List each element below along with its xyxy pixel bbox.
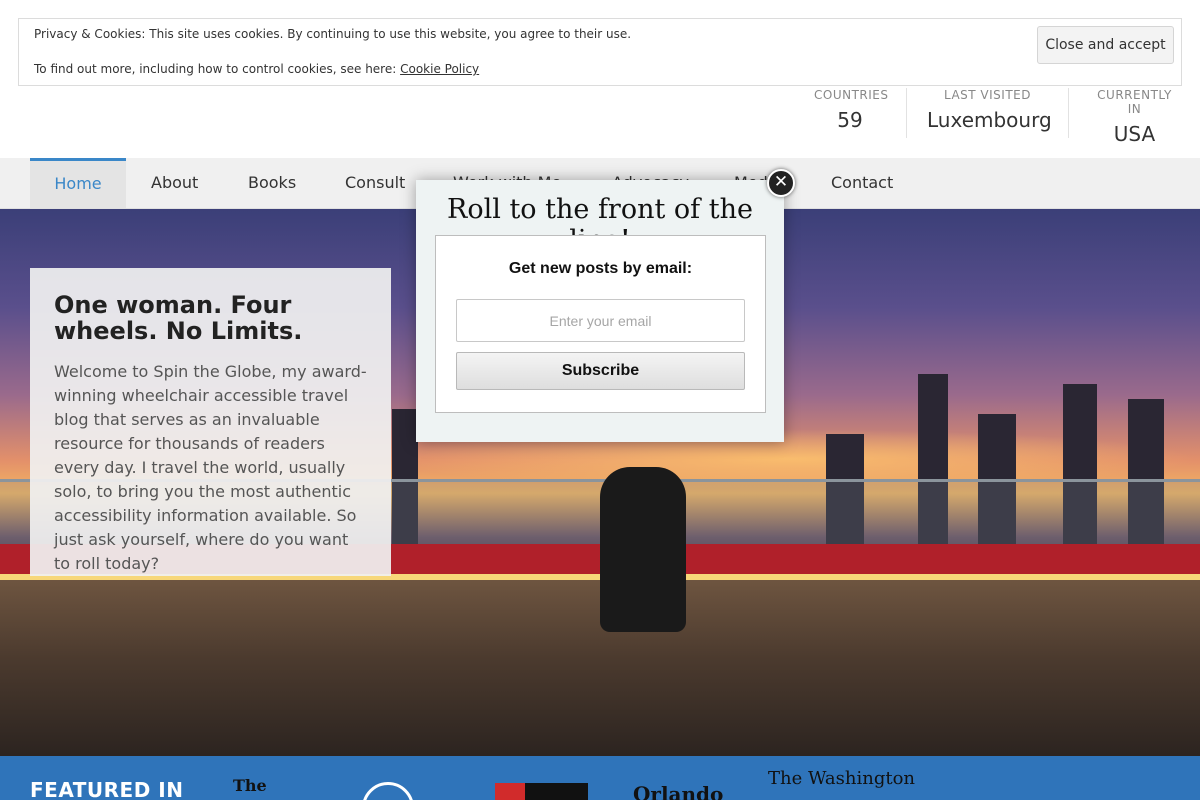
stat-last-visited: LAST VISITED Luxembourg [906,88,1068,138]
stat-countries-label: COUNTRIES [814,88,889,102]
stat-currently-in-label: CURRENTLY IN [1097,88,1172,116]
hero-title: One woman. Four wheels. No Limits. [54,291,303,345]
nav-item-consult[interactable]: Consult [345,158,405,208]
hero-intro-box: One woman. Four wheels. No Limits. Welco… [30,268,391,576]
nav-item-contact[interactable]: Contact [831,158,893,208]
featured-in-label: FEATURED IN [30,778,184,800]
stat-currently-in-value: USA [1113,122,1156,146]
stat-currently-in: CURRENTLY IN USA [1068,88,1200,146]
cookie-policy-link[interactable]: Cookie Policy [400,62,479,76]
travel-stats: COUNTRIES 59 LAST VISITED Luxembourg CUR… [794,88,1200,146]
stat-last-visited-value: Luxembourg [927,108,1052,132]
wheelchair-user-silhouette [600,467,686,632]
press-logo-block [495,783,588,800]
subscribe-popup: Roll to the front of the line! Get new p… [416,180,784,442]
press-logo: The [233,776,267,795]
close-icon[interactable]: ✕ [767,169,795,197]
stat-countries: COUNTRIES 59 [794,88,906,138]
subscribe-form: Get new posts by email: Subscribe [435,235,766,413]
cookie-notice-text: Privacy & Cookies: This site uses cookie… [34,27,632,41]
stat-last-visited-label: LAST VISITED [944,88,1031,102]
subscribe-button[interactable]: Subscribe [456,352,745,390]
close-and-accept-button[interactable]: Close and accept [1037,26,1174,64]
cookie-policy-prefix: To find out more, including how to contr… [34,62,401,76]
press-logo: Orlando [633,782,724,800]
nav-item-about[interactable]: About [151,158,198,208]
featured-in-strip: FEATURED IN The Orlando The Washington [0,756,1200,800]
cookie-banner: Privacy & Cookies: This site uses cookie… [18,18,1182,86]
press-logo: The Washington [768,768,916,789]
nav-item-home[interactable]: Home [30,158,126,208]
nav-item-books[interactable]: Books [248,158,296,208]
stat-countries-value: 59 [837,108,863,132]
cookie-policy-text: To find out more, including how to contr… [34,62,479,76]
hero-body: Welcome to Spin the Globe, my award-winn… [54,362,367,573]
email-input[interactable] [456,299,745,342]
press-logo-circle [362,782,414,800]
subscribe-label: Get new posts by email: [508,260,693,277]
